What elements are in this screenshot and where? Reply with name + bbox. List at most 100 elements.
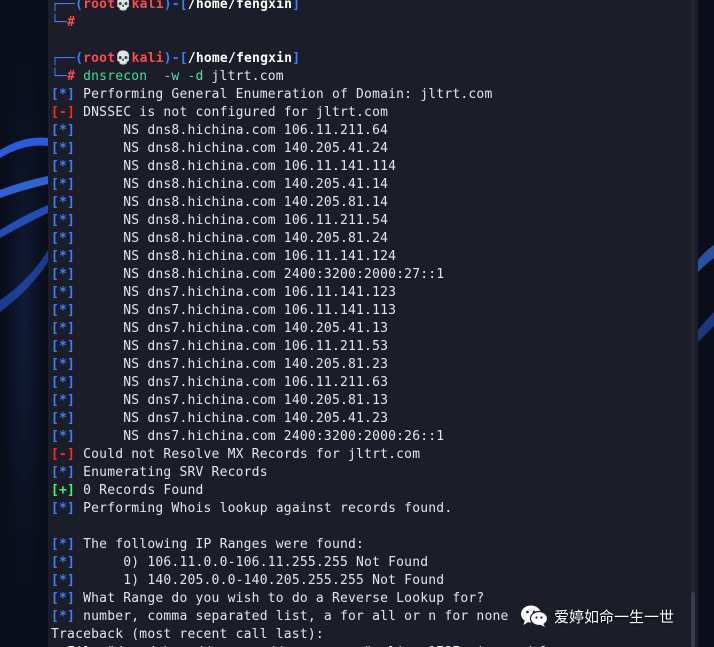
info-marker: [*]: [51, 87, 76, 102]
info-marker: [*]: [51, 231, 76, 246]
output-text: NS dns8.hichina.com 106.11.211.54: [75, 213, 389, 228]
prompt-corner: └─: [51, 69, 68, 84]
output-line: [*] NS dns8.hichina.com 140.205.41.14: [51, 176, 698, 194]
prompt-separator: )-[: [163, 51, 188, 66]
prompt-bracket-open: (: [75, 0, 84, 12]
command-options: -w -d: [147, 69, 204, 84]
scrollbar[interactable]: [691, 0, 695, 647]
output-text: number, comma separated list, a for all …: [75, 609, 509, 624]
output-line: [*] NS dns8.hichina.com 106.11.141.124: [51, 248, 698, 266]
terminal-output: ┌──(root💀kali)-[/home/fengxin] └─# ┌──(r…: [51, 0, 698, 647]
watermark: 爱婷如命一生一世: [520, 601, 674, 631]
info-marker: [*]: [51, 159, 76, 174]
prompt-corner: └─: [51, 15, 68, 30]
info-marker: [*]: [51, 213, 76, 228]
output-text: NS dns7.hichina.com 106.11.141.113: [75, 303, 397, 318]
output-line: [+] 0 Records Found: [51, 482, 698, 500]
output-line: [*] The following IP Ranges were found:: [51, 536, 698, 554]
output-text: NS dns7.hichina.com 106.11.141.123: [75, 285, 397, 300]
error-marker: [-]: [51, 447, 76, 462]
prompt-hash: #: [67, 15, 76, 30]
output-text: 0 Records Found: [75, 483, 204, 498]
output-text: NS dns7.hichina.com 140.205.81.13: [75, 393, 389, 408]
prompt-corner-top: ┌──: [51, 51, 76, 66]
watermark-text: 爱婷如命一生一世: [554, 607, 675, 626]
output-text: Enumerating SRV Records: [75, 465, 268, 480]
output-line: [*] Enumerating SRV Records: [51, 464, 698, 482]
output-text: NS dns7.hichina.com 140.205.41.13: [75, 321, 389, 336]
output-line: [*] NS dns8.hichina.com 140.205.41.24: [51, 140, 698, 158]
output-line: [-] Could not Resolve MX Records for jlt…: [51, 446, 698, 464]
command-argument: jltrt.com: [203, 69, 284, 84]
info-marker: [*]: [51, 321, 76, 336]
output-text: Performing General Enumeration of Domain…: [75, 87, 493, 102]
info-marker: [*]: [51, 267, 76, 282]
info-marker: [*]: [51, 249, 76, 264]
prompt-hash: #: [67, 69, 76, 84]
output-text: What Range do you wish to do a Reverse L…: [75, 591, 485, 606]
output-line: [*] NS dns7.hichina.com 140.205.41.23: [51, 410, 698, 428]
info-marker: [*]: [51, 429, 76, 444]
output-line: [-] DNSSEC is not configured for jltrt.c…: [51, 104, 698, 122]
prompt-separator: )-[: [163, 0, 188, 12]
wechat-icon: [521, 605, 548, 627]
output-line: [*] Performing Whois lookup against reco…: [51, 500, 698, 518]
output-line: [*] NS dns8.hichina.com 2400:3200:2000:2…: [51, 266, 698, 284]
error-marker: [-]: [51, 105, 76, 120]
prompt-bracket-close: ]: [292, 0, 301, 12]
output-line: [*] NS dns7.hichina.com 106.11.211.53: [51, 338, 698, 356]
info-marker: [*]: [51, 465, 76, 480]
output-line: [*] NS dns8.hichina.com 140.205.81.24: [51, 230, 698, 248]
prompt-bracket-close: ]: [292, 51, 301, 66]
info-marker: [*]: [51, 591, 76, 606]
prompt-corner-top: ┌──: [51, 0, 76, 12]
info-marker: [*]: [51, 537, 76, 552]
prompt-path: /home/fengxin: [187, 51, 293, 66]
info-marker: [*]: [51, 573, 76, 588]
output-text: Performing Whois lookup against records …: [75, 501, 453, 516]
output-text: DNSSEC is not configured for jltrt.com: [75, 105, 389, 120]
output-text: NS dns8.hichina.com 140.205.81.14: [75, 195, 389, 210]
output-text: NS dns7.hichina.com 106.11.211.53: [75, 339, 389, 354]
output-text: NS dns8.hichina.com 140.205.81.24: [75, 231, 389, 246]
output-text: 0) 106.11.0.0-106.11.255.255 Not Found: [75, 555, 429, 570]
output-line: [*] NS dns7.hichina.com 140.205.81.23: [51, 356, 698, 374]
output-text: Could not Resolve MX Records for jltrt.c…: [75, 447, 421, 462]
output-text: NS dns7.hichina.com 140.205.41.23: [75, 411, 389, 426]
info-marker: [*]: [51, 501, 76, 516]
output-text: NS dns8.hichina.com 140.205.41.24: [75, 141, 389, 156]
info-marker: [*]: [51, 177, 76, 192]
terminal-window[interactable]: ┌──(root💀kali)-[/home/fengxin] └─# ┌──(r…: [48, 0, 698, 647]
output-line: [*] NS dns7.hichina.com 140.205.81.13: [51, 392, 698, 410]
output-text: The following IP Ranges were found:: [75, 537, 365, 552]
output-line: [*] NS dns8.hichina.com 140.205.81.14: [51, 194, 698, 212]
prompt-line: ┌──(root💀kali)-[/home/fengxin]: [51, 50, 698, 68]
prompt-host: kali: [131, 0, 164, 12]
output-text: Traceback (most recent call last):: [51, 627, 324, 642]
skull-icon: 💀: [115, 0, 132, 12]
prompt-user: root: [83, 51, 116, 66]
success-marker: [+]: [51, 483, 76, 498]
output-line: [*] NS dns7.hichina.com 106.11.211.63: [51, 374, 698, 392]
prompt-path: /home/fengxin: [187, 0, 293, 12]
scrollbar-thumb[interactable]: [691, 592, 695, 647]
output-line: [*] 1) 140.205.0.0-140.205.255.255 Not F…: [51, 572, 698, 590]
output-line: [*] NS dns7.hichina.com 140.205.41.13: [51, 320, 698, 338]
output-line: [*] 0) 106.11.0.0-106.11.255.255 Not Fou…: [51, 554, 698, 572]
output-line: [*] NS dns7.hichina.com 2400:3200:2000:2…: [51, 428, 698, 446]
info-marker: [*]: [51, 555, 76, 570]
output-line: [*] NS dns8.hichina.com 106.11.211.64: [51, 122, 698, 140]
command-name: dnsrecon: [83, 69, 148, 84]
output-text: NS dns8.hichina.com 2400:3200:2000:27::1: [75, 267, 445, 282]
prompt-bracket-open: (: [75, 51, 84, 66]
output-text: NS dns8.hichina.com 140.205.41.14: [75, 177, 389, 192]
info-marker: [*]: [51, 339, 76, 354]
skull-icon: 💀: [115, 51, 132, 66]
info-marker: [*]: [51, 123, 76, 138]
info-marker: [*]: [51, 195, 76, 210]
output-text: NS dns8.hichina.com 106.11.211.64: [75, 123, 389, 138]
command-output: [*] Performing General Enumeration of Do…: [51, 86, 698, 647]
output-text: NS dns7.hichina.com 140.205.81.23: [75, 357, 389, 372]
